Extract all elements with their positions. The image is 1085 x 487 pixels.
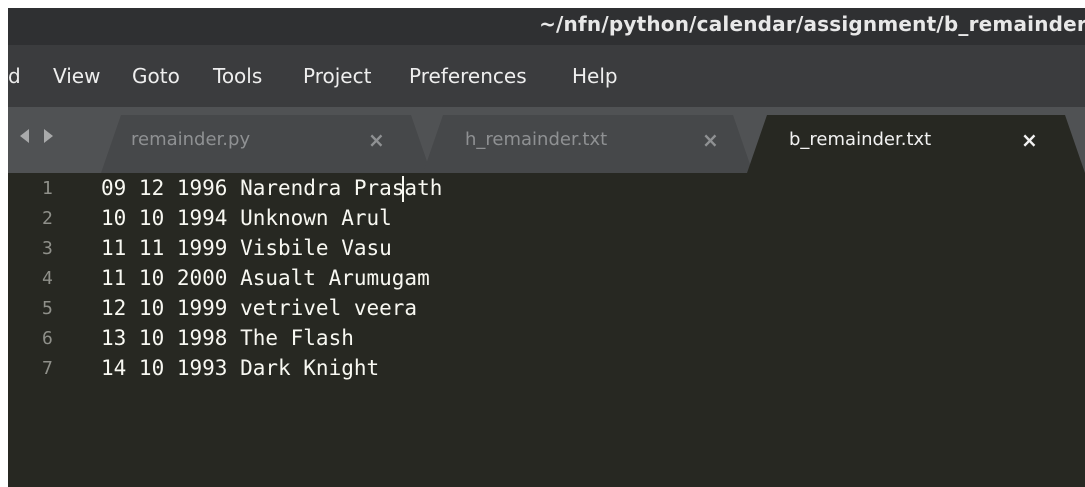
arrow-left-icon bbox=[20, 129, 29, 143]
menu-preferences[interactable]: Preferences bbox=[409, 64, 527, 88]
menu-bar: d View Goto Tools Project Preferences He… bbox=[8, 45, 1085, 107]
menu-project[interactable]: Project bbox=[303, 64, 371, 88]
tab-remainder-py[interactable]: remainder.py × bbox=[101, 115, 431, 173]
line-number: 6 bbox=[42, 328, 53, 349]
tab-h-remainder-txt[interactable]: h_remainder.txt × bbox=[423, 115, 753, 173]
code-line[interactable]: 10 10 1994 Unknown Arul bbox=[101, 203, 392, 233]
line-number: 3 bbox=[42, 238, 53, 259]
code-line-text: 10 10 1994 Unknown Arul bbox=[101, 206, 392, 230]
code-line-text: 11 10 2000 Asualt Arumugam bbox=[101, 266, 430, 290]
code-line[interactable]: 14 10 1993 Dark Knight bbox=[101, 353, 379, 383]
tab-bar: remainder.py × h_remainder.txt × b_remai… bbox=[8, 107, 1085, 173]
menu-help[interactable]: Help bbox=[572, 64, 618, 88]
line-number-gutter: 1 2 3 4 5 6 7 bbox=[8, 173, 88, 487]
menu-find[interactable]: d bbox=[8, 64, 21, 88]
code-line[interactable]: 11 11 1999 Visbile Vasu bbox=[101, 233, 392, 263]
line-number: 5 bbox=[42, 298, 53, 319]
text-cursor bbox=[402, 176, 404, 202]
menu-view[interactable]: View bbox=[53, 64, 100, 88]
code-line-text: 14 10 1993 Dark Knight bbox=[101, 356, 380, 380]
close-icon[interactable]: × bbox=[1021, 128, 1038, 152]
editor-window: ~/nfn/python/calendar/assignment/b_remai… bbox=[8, 8, 1085, 487]
code-line-text: 09 12 1996 Narendra Prasath bbox=[101, 176, 443, 200]
tab-label: h_remainder.txt bbox=[465, 129, 608, 150]
code-line-text: 11 11 1999 Visbile Vasu bbox=[101, 236, 392, 260]
line-number: 1 bbox=[42, 178, 53, 199]
title-bar: ~/nfn/python/calendar/assignment/b_remai… bbox=[8, 8, 1085, 45]
line-number: 4 bbox=[42, 268, 53, 289]
close-icon[interactable]: × bbox=[702, 128, 719, 152]
code-line[interactable]: 12 10 1999 vetrivel veera bbox=[101, 293, 417, 323]
code-line-text: 12 10 1999 vetrivel veera bbox=[101, 296, 418, 320]
tab-label: b_remainder.txt bbox=[789, 129, 932, 150]
menu-tools[interactable]: Tools bbox=[213, 64, 262, 88]
line-number: 7 bbox=[42, 358, 53, 379]
code-line[interactable]: 09 12 1996 Narendra Prasath bbox=[101, 173, 442, 203]
arrow-right-icon bbox=[44, 129, 53, 143]
close-icon[interactable]: × bbox=[368, 128, 385, 152]
code-line[interactable]: 11 10 2000 Asualt Arumugam bbox=[101, 263, 430, 293]
menu-goto[interactable]: Goto bbox=[132, 64, 180, 88]
tab-label: remainder.py bbox=[131, 129, 251, 150]
tab-b-remainder-txt[interactable]: b_remainder.txt × bbox=[747, 115, 1085, 173]
text-editor-area[interactable]: 09 12 1996 Narendra Prasath 10 10 1994 U… bbox=[101, 173, 1085, 487]
code-line[interactable]: 13 10 1998 The Flash bbox=[101, 323, 354, 353]
tab-navigation-arrows[interactable] bbox=[17, 126, 57, 146]
line-number: 2 bbox=[42, 208, 53, 229]
code-line-text: 13 10 1998 The Flash bbox=[101, 326, 354, 350]
window-title: ~/nfn/python/calendar/assignment/b_remai… bbox=[539, 12, 1085, 36]
